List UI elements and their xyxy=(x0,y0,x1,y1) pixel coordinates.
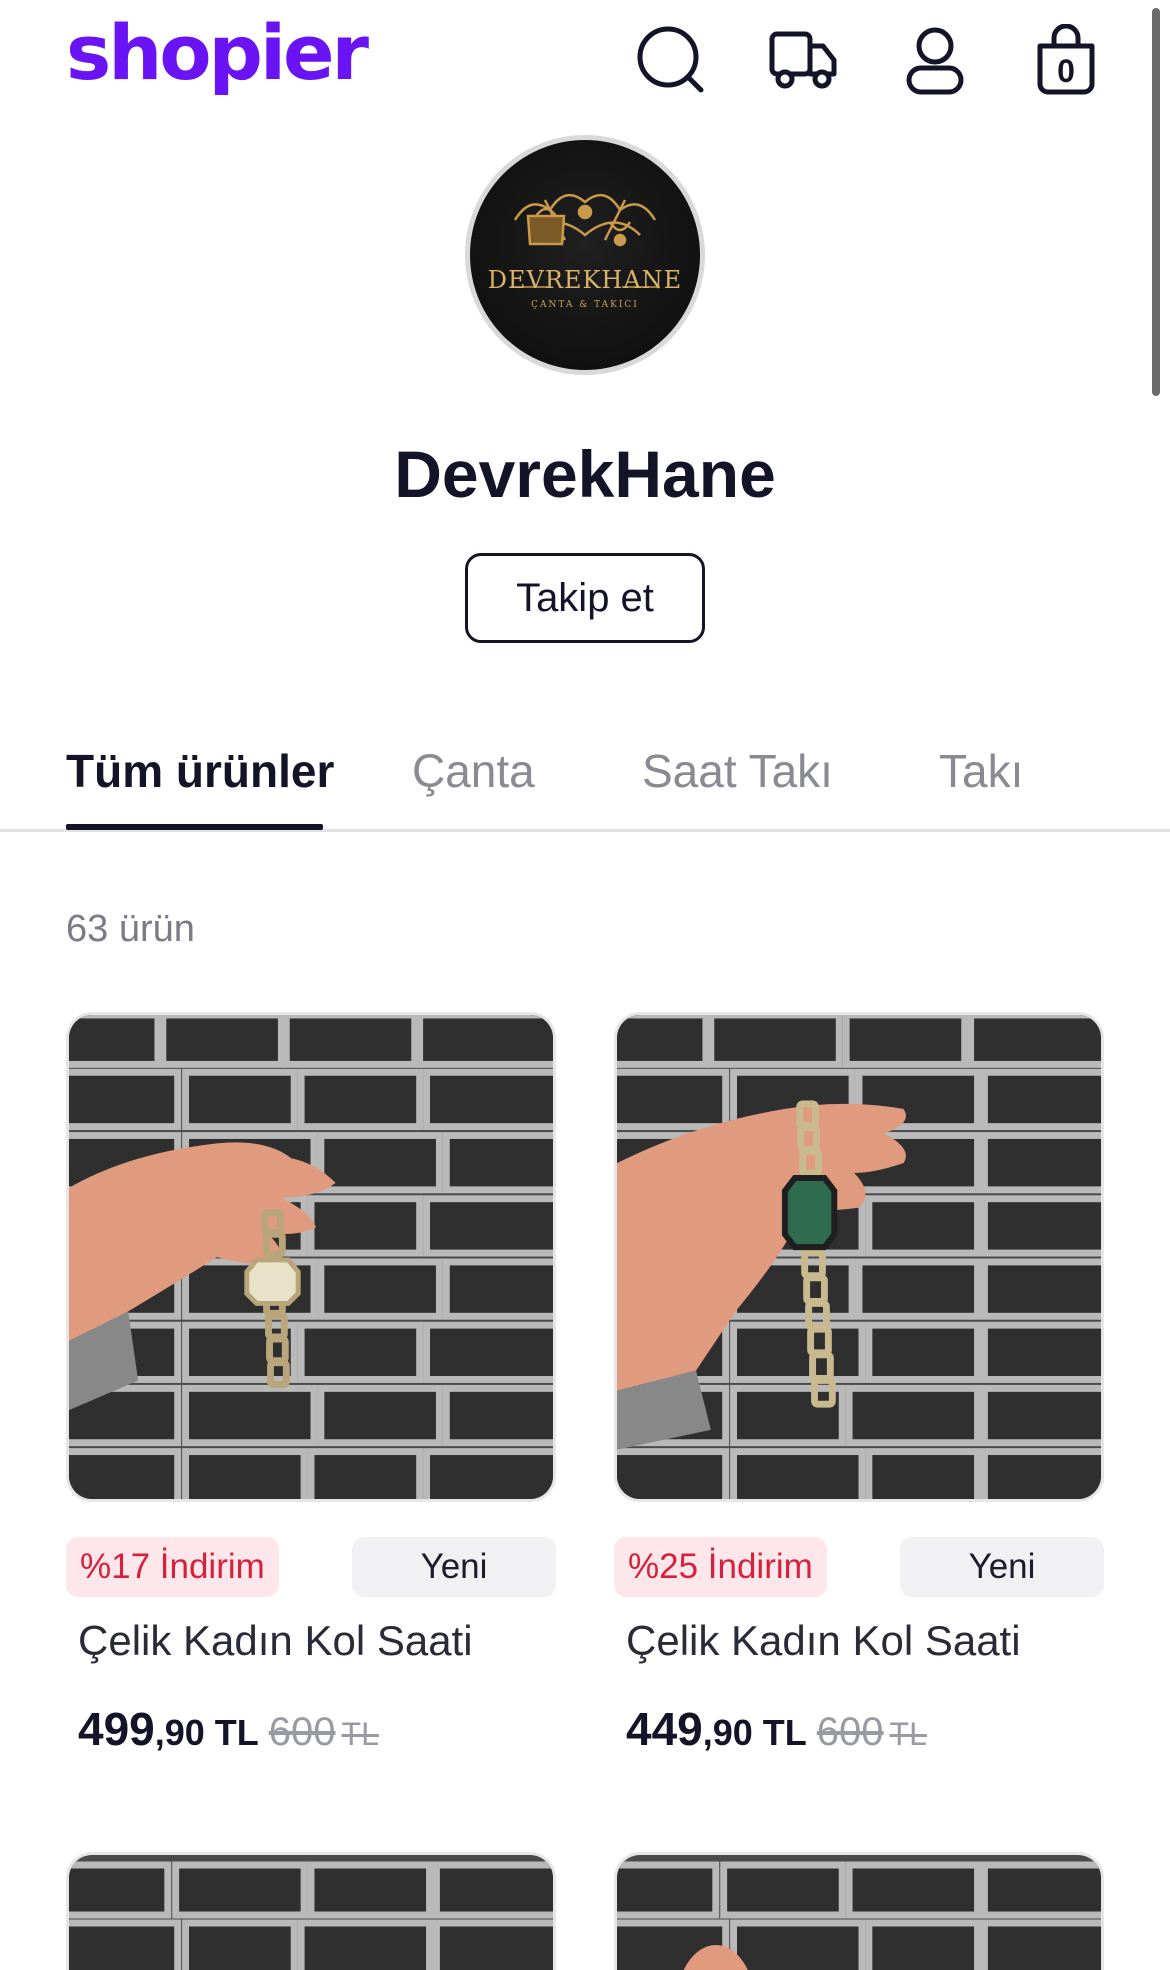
price-decimals: ,90 xyxy=(702,1712,753,1753)
tab-taki[interactable]: Takı xyxy=(939,744,1023,798)
store-name: DevrekHane xyxy=(394,437,776,511)
store-logo-text: DEVREKHANE xyxy=(487,266,683,294)
product-image[interactable] xyxy=(66,1012,556,1502)
product-title[interactable]: Çelik Kadın Kol Saati xyxy=(626,1617,1021,1665)
price-currency: TL xyxy=(214,1712,259,1753)
category-tabs: Tüm ürünler Çanta Saat Takı Takı xyxy=(0,740,1170,832)
old-price-currency: TL xyxy=(889,1716,927,1752)
user-icon[interactable] xyxy=(897,22,973,98)
tab-all-products[interactable]: Tüm ürünler xyxy=(66,744,334,798)
store-logo-emblem xyxy=(510,193,660,288)
cart-icon[interactable]: 0 xyxy=(1028,22,1104,98)
discount-badge: %25 İndirim xyxy=(614,1537,827,1597)
scrollbar[interactable] xyxy=(1152,8,1160,396)
tab-canta[interactable]: Çanta xyxy=(412,744,535,798)
product-card[interactable]: %25 İndirim Yeni Çelik Kadın Kol Saati 4… xyxy=(614,1012,1104,1772)
active-tab-indicator xyxy=(66,824,323,830)
product-count: 63 ürün xyxy=(66,908,195,950)
product-card[interactable]: %17 İndirim Yeni Çelik Kadın Kol Saati 4… xyxy=(66,1012,556,1772)
shopier-logo[interactable]: shopier xyxy=(66,8,369,97)
price-integer: 449 xyxy=(626,1703,703,1755)
store-logo-subtext: ÇANTA & TAKICI xyxy=(531,300,639,310)
follow-button[interactable]: Takip et xyxy=(465,553,705,643)
discount-badge: %17 İndirim xyxy=(66,1537,279,1597)
old-price: 600 xyxy=(268,1710,336,1754)
old-price-currency: TL xyxy=(341,1716,379,1752)
tab-saat-taki[interactable]: Saat Takı xyxy=(642,744,833,798)
product-image-partial[interactable] xyxy=(66,1852,556,1970)
price-currency: TL xyxy=(762,1712,807,1753)
price-integer: 499 xyxy=(78,1703,155,1755)
product-title[interactable]: Çelik Kadın Kol Saati xyxy=(78,1617,473,1665)
search-icon[interactable] xyxy=(633,22,709,98)
store-avatar: DEVREKHANE ÇANTA & TAKICI xyxy=(465,135,705,375)
old-price: 600 xyxy=(816,1710,884,1754)
price-decimals: ,90 xyxy=(154,1712,205,1753)
product-image-partial[interactable] xyxy=(614,1852,1104,1970)
new-badge: Yeni xyxy=(900,1537,1104,1597)
truck-icon[interactable] xyxy=(765,22,841,98)
price: 449 ,90 TL 600 TL xyxy=(626,1702,927,1756)
cart-count: 0 xyxy=(1057,53,1075,89)
product-image[interactable] xyxy=(614,1012,1104,1502)
price: 499 ,90 TL 600 TL xyxy=(78,1702,379,1756)
new-badge: Yeni xyxy=(352,1537,556,1597)
top-header: shopier 0 xyxy=(0,0,1170,120)
